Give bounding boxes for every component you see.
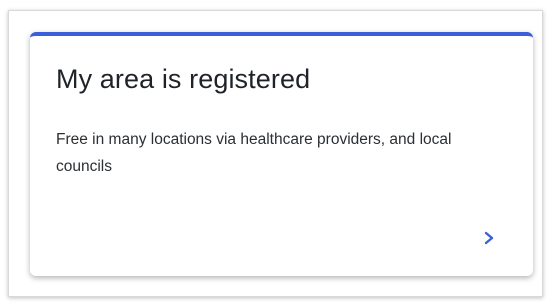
- area-registered-card[interactable]: My area is registered Free in many locat…: [30, 32, 533, 276]
- chevron-right-icon[interactable]: [483, 230, 495, 246]
- card-description: Free in many locations via healthcare pr…: [56, 131, 452, 175]
- card-title: My area is registered: [56, 64, 311, 94]
